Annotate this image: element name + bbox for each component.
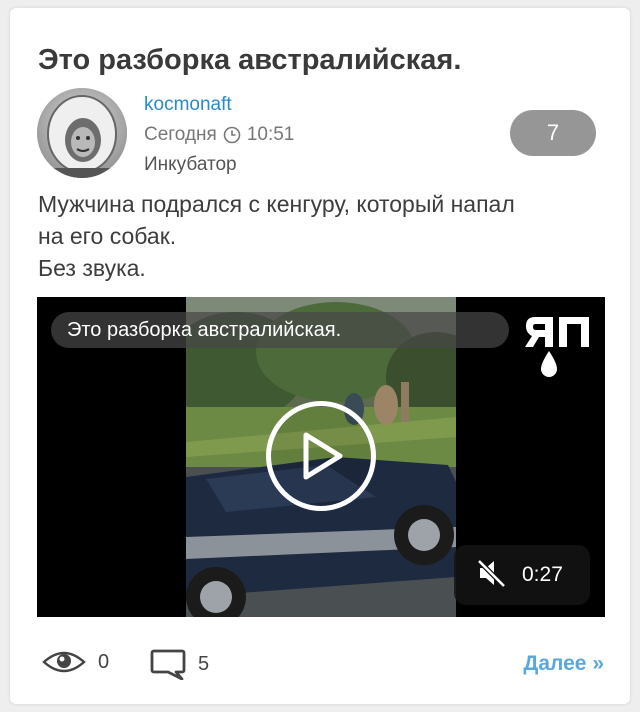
mute-button[interactable] xyxy=(476,558,508,593)
post-meta: Сегодня 10:51 xyxy=(144,124,294,146)
rating-badge[interactable]: 7 xyxy=(510,110,596,156)
description-line: Без звука. xyxy=(38,255,146,281)
video-duration: 0:27 xyxy=(522,563,563,586)
description-line: на его собак. xyxy=(38,223,177,249)
post-category[interactable]: Инкубатор xyxy=(144,154,237,176)
avatar[interactable] xyxy=(37,88,127,178)
read-more-link[interactable]: Далее » xyxy=(523,652,604,676)
views-count: 0 xyxy=(98,650,110,673)
muted-speaker-icon xyxy=(477,558,506,588)
comments-count: 5 xyxy=(198,652,210,675)
author-link[interactable]: kocmonaft xyxy=(144,94,232,116)
video-player[interactable]: Это разборка австралийская. 0:27 xyxy=(37,297,605,617)
rating-value: 7 xyxy=(546,120,560,145)
play-icon xyxy=(303,432,343,480)
video-title: Это разборка австралийская. xyxy=(51,312,509,348)
eye-icon xyxy=(42,651,86,673)
clock-icon xyxy=(223,126,241,144)
post-footer: 0 5 Далее » xyxy=(38,648,608,682)
description-line: Мужчина подрался с кенгуру, который напа… xyxy=(38,191,515,217)
comments-stat[interactable]: 5 xyxy=(150,648,209,680)
video-controls: 0:27 xyxy=(454,545,590,605)
post-title[interactable]: Это разборка австралийская. xyxy=(38,44,461,77)
comment-icon xyxy=(150,649,186,680)
post-time: 10:51 xyxy=(246,124,295,145)
post-description: Мужчина подрался с кенгуру, который напа… xyxy=(38,188,613,284)
yap-logo-icon xyxy=(523,311,593,379)
play-button[interactable] xyxy=(266,401,376,511)
post-date: Сегодня xyxy=(144,124,217,145)
post-card: Это разборка австралийская. kocmonaft Се… xyxy=(10,8,630,704)
views-stat: 0 xyxy=(42,648,109,676)
